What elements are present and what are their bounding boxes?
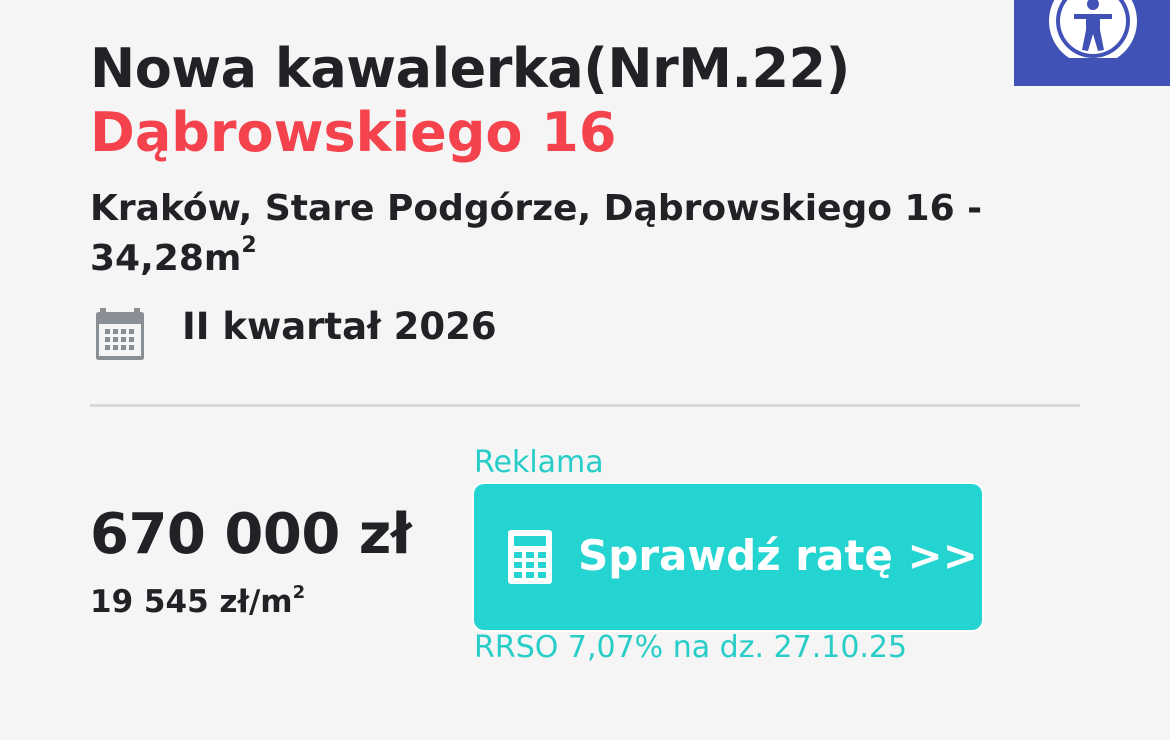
calculator-icon: [508, 530, 552, 584]
check-installment-button[interactable]: Sprawdź ratę >>: [474, 484, 982, 630]
ad-label: Reklama: [474, 445, 604, 480]
rrso-note: RRSO 7,07% na dz. 27.10.25: [474, 630, 908, 665]
accessibility-icon: [1049, 0, 1137, 58]
price-unit-superscript: 2: [292, 582, 306, 603]
accessibility-button[interactable]: [1014, 0, 1170, 86]
check-installment-label: Sprawdź ratę >>: [578, 531, 978, 580]
listing-page: Nowa kawalerka(NrM.22) Dąbrowskiego 16 K…: [0, 0, 1170, 740]
listing-title: Nowa kawalerka(NrM.22): [90, 37, 850, 100]
price-per-m2-text: 19 545 zł/m: [90, 584, 293, 620]
area-unit-superscript: 2: [241, 233, 257, 258]
listing-address: Kraków, Stare Podgórze, Dąbrowskiego 16 …: [90, 184, 1030, 284]
divider: [90, 404, 1080, 407]
listing-subtitle: Dąbrowskiego 16: [90, 101, 617, 164]
address-text: Kraków, Stare Podgórze, Dąbrowskiego 16 …: [90, 188, 983, 279]
price-per-m2: 19 545 zł/m2: [90, 580, 305, 624]
price-total: 670 000 zł: [90, 502, 412, 567]
delivery-date: II kwartał 2026: [182, 305, 497, 348]
calendar-icon: [96, 308, 144, 360]
